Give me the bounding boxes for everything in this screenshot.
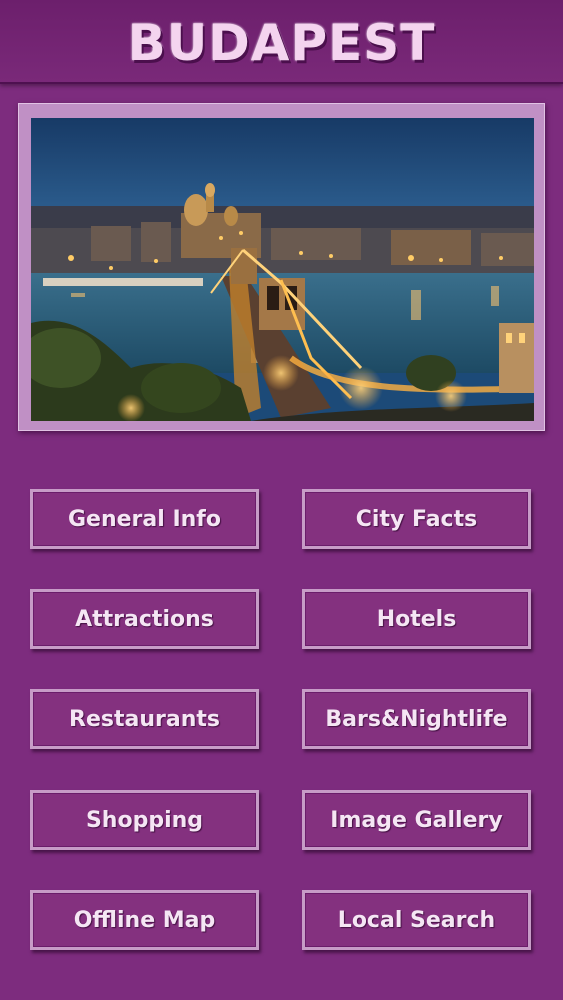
attractions-button[interactable]: Attractions xyxy=(30,589,259,649)
restaurants-button[interactable]: Restaurants xyxy=(30,689,259,749)
bars-nightlife-button[interactable]: Bars&Nightlife xyxy=(302,689,531,749)
city-photo xyxy=(31,118,534,421)
image-gallery-button[interactable]: Image Gallery xyxy=(302,790,531,850)
hero-image-frame xyxy=(18,103,545,431)
hotels-button[interactable]: Hotels xyxy=(302,589,531,649)
app-header: BUDAPEST xyxy=(0,0,563,84)
app-title: BUDAPEST xyxy=(127,14,436,72)
city-facts-button[interactable]: City Facts xyxy=(302,489,531,549)
local-search-button[interactable]: Local Search xyxy=(302,890,531,950)
app-screen: BUDAPEST General Info City Facts Attract… xyxy=(0,0,563,1000)
offline-map-button[interactable]: Offline Map xyxy=(30,890,259,950)
shopping-button[interactable]: Shopping xyxy=(30,790,259,850)
general-info-button[interactable]: General Info xyxy=(30,489,259,549)
hero-image-budapest xyxy=(31,118,534,421)
